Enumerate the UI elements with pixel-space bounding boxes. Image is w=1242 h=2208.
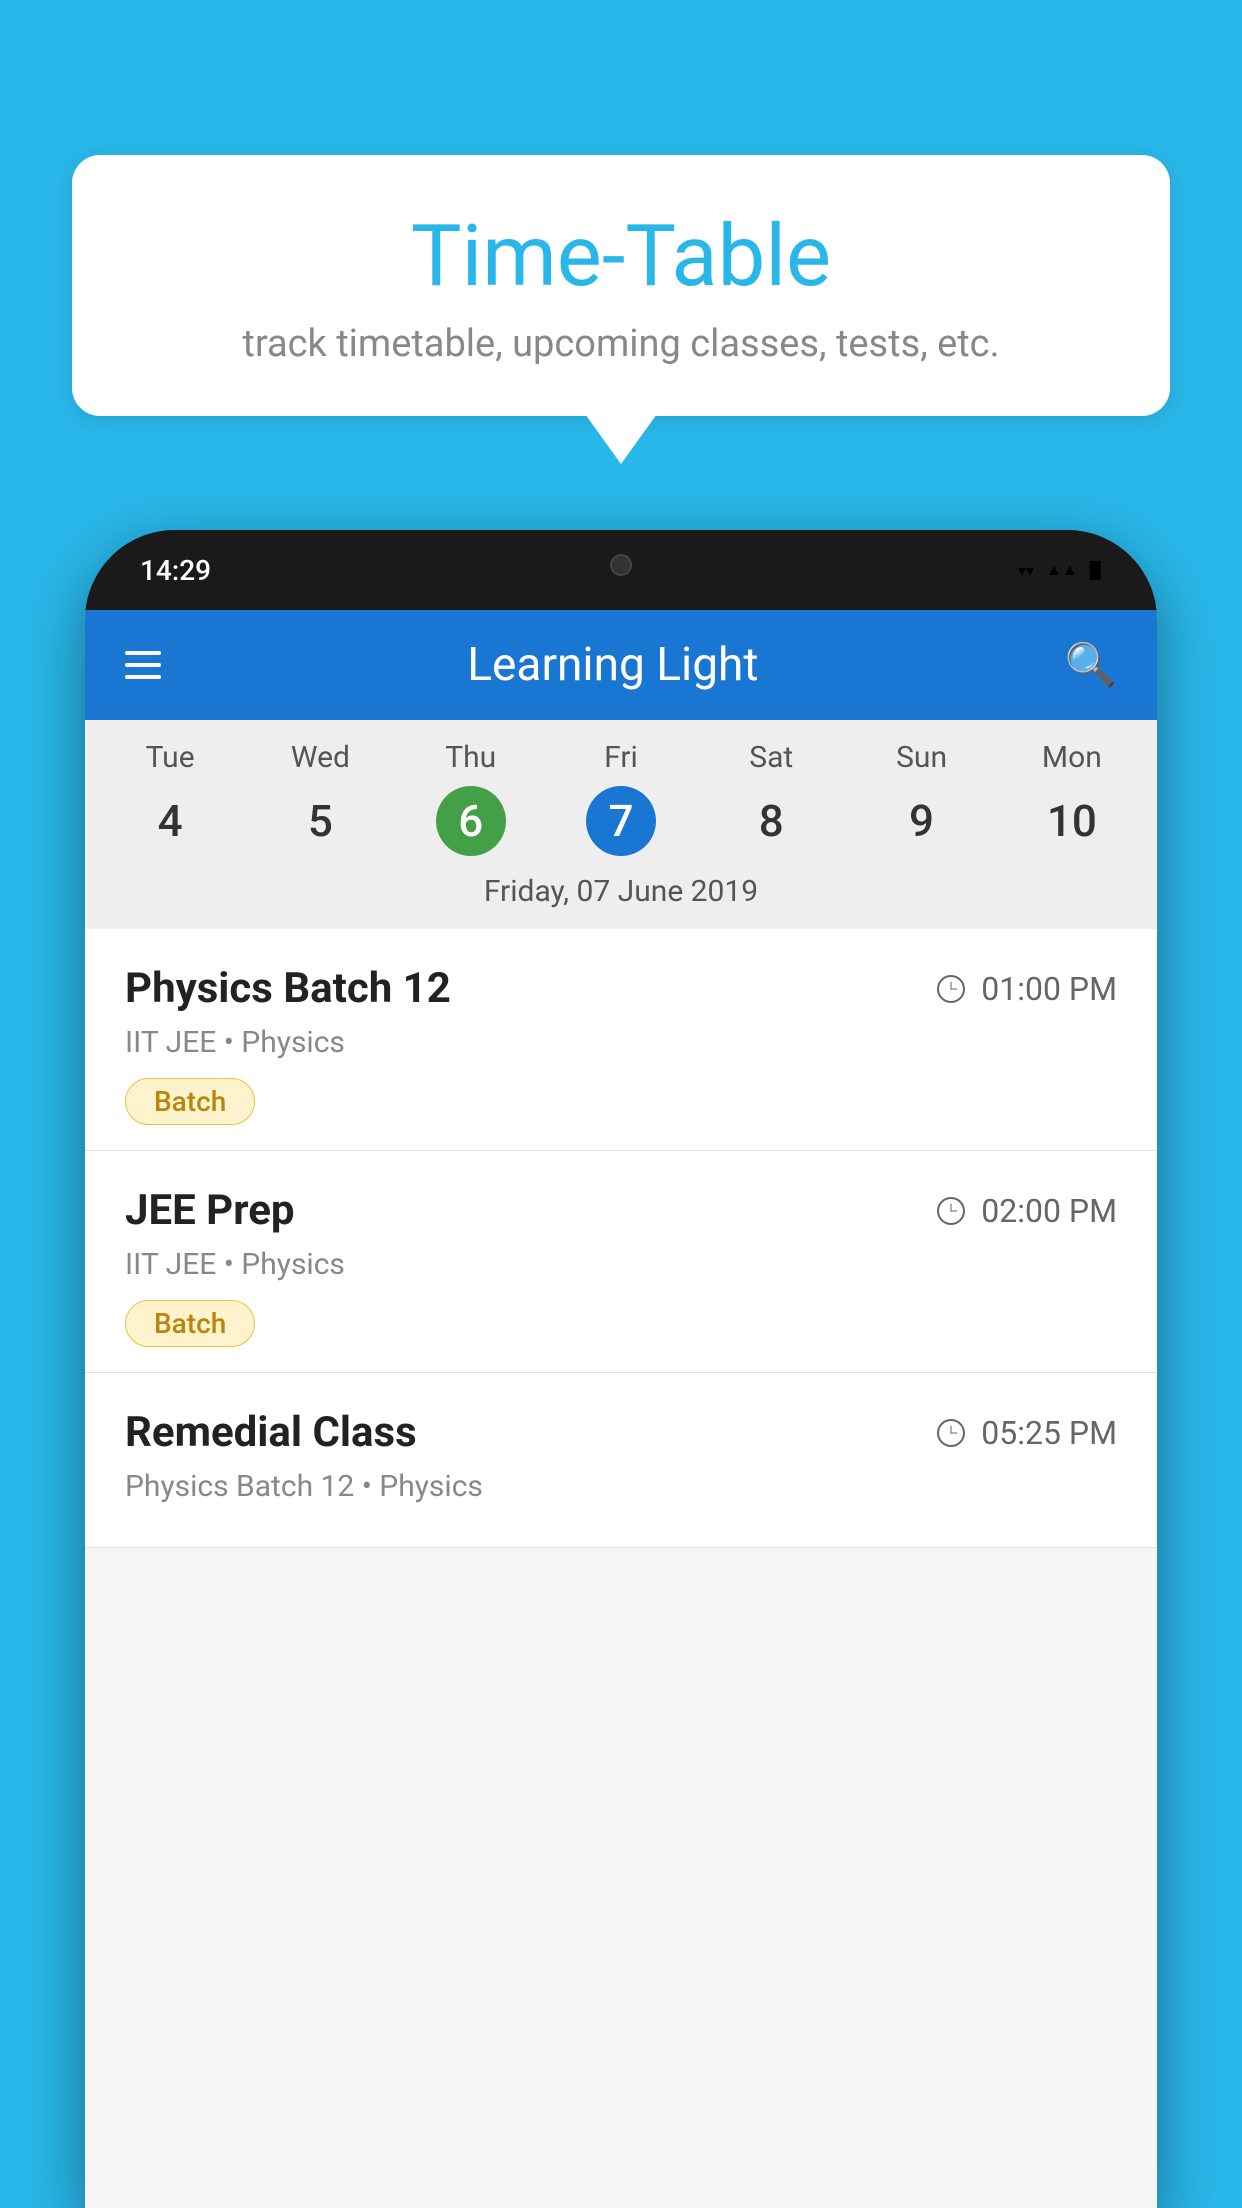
phone-frame: 14:29 ▾▾ ▲▲ ▉ Learning Light 🔍 Tue Wed T… (85, 530, 1157, 2208)
class-item-3-header: Remedial Class 05:25 PM (125, 1408, 1117, 1457)
day-6-today[interactable]: 6 (436, 786, 506, 856)
speech-bubble-container: Time-Table track timetable, upcoming cla… (72, 155, 1170, 416)
class-item-2-name: JEE Prep (125, 1186, 295, 1235)
class-item-2-meta: IIT JEE • Physics (125, 1247, 1117, 1282)
status-icons: ▾▾ ▲▲ ▉ (1018, 560, 1102, 580)
day-10[interactable]: 10 (997, 783, 1147, 859)
class-item-1[interactable]: Physics Batch 12 01:00 PM IIT JEE • Phys… (85, 929, 1157, 1151)
clock-icon-2 (937, 1197, 965, 1225)
class-item-2-time: 02:00 PM (937, 1192, 1117, 1230)
hamburger-menu-icon[interactable] (125, 651, 161, 679)
clock-icon-3 (937, 1419, 965, 1447)
selected-date-label: Friday, 07 June 2019 (85, 859, 1157, 919)
clock-icon-1 (937, 975, 965, 1003)
day-label-mon: Mon (997, 740, 1147, 775)
day-numbers: 4 5 6 7 8 9 10 (85, 783, 1157, 859)
battery-icon: ▉ (1090, 561, 1102, 580)
class-item-1-tag: Batch (125, 1078, 255, 1125)
class-item-1-meta: IIT JEE • Physics (125, 1025, 1117, 1060)
class-item-2-tag: Batch (125, 1300, 255, 1347)
class-item-2-header: JEE Prep 02:00 PM (125, 1186, 1117, 1235)
search-icon[interactable]: 🔍 (1065, 641, 1117, 690)
status-time: 14:29 (140, 554, 211, 587)
day-4[interactable]: 4 (95, 783, 245, 859)
day-9[interactable]: 9 (846, 783, 996, 859)
notch (581, 530, 661, 600)
bubble-subtitle: track timetable, upcoming classes, tests… (132, 322, 1110, 366)
day-label-fri: Fri (546, 740, 696, 775)
day-headers: Tue Wed Thu Fri Sat Sun Mon (85, 740, 1157, 775)
class-item-1-header: Physics Batch 12 01:00 PM (125, 964, 1117, 1013)
wifi-icon: ▾▾ (1018, 561, 1034, 580)
app-header: Learning Light 🔍 (85, 610, 1157, 720)
app-title: Learning Light (191, 638, 1035, 692)
class-item-1-time: 01:00 PM (937, 970, 1117, 1008)
day-7-selected[interactable]: 7 (586, 786, 656, 856)
day-label-thu: Thu (396, 740, 546, 775)
signal-icon: ▲▲ (1046, 560, 1078, 580)
speech-bubble: Time-Table track timetable, upcoming cla… (72, 155, 1170, 416)
camera (610, 554, 632, 576)
day-label-wed: Wed (245, 740, 395, 775)
class-item-2[interactable]: JEE Prep 02:00 PM IIT JEE • Physics Batc… (85, 1151, 1157, 1373)
day-label-sat: Sat (696, 740, 846, 775)
class-item-3-name: Remedial Class (125, 1408, 417, 1457)
class-item-3-meta: Physics Batch 12 • Physics (125, 1469, 1117, 1504)
bubble-title: Time-Table (132, 210, 1110, 304)
day-5[interactable]: 5 (245, 783, 395, 859)
class-item-1-name: Physics Batch 12 (125, 964, 451, 1013)
class-item-3[interactable]: Remedial Class 05:25 PM Physics Batch 12… (85, 1373, 1157, 1548)
class-list: Physics Batch 12 01:00 PM IIT JEE • Phys… (85, 929, 1157, 1548)
day-label-tue: Tue (95, 740, 245, 775)
app-content: Learning Light 🔍 Tue Wed Thu Fri Sat Sun… (85, 610, 1157, 2208)
day-label-sun: Sun (846, 740, 996, 775)
class-item-3-time: 05:25 PM (937, 1414, 1117, 1452)
status-bar: 14:29 ▾▾ ▲▲ ▉ (85, 530, 1157, 610)
day-8[interactable]: 8 (696, 783, 846, 859)
calendar-section: Tue Wed Thu Fri Sat Sun Mon 4 5 6 7 8 9 … (85, 720, 1157, 929)
